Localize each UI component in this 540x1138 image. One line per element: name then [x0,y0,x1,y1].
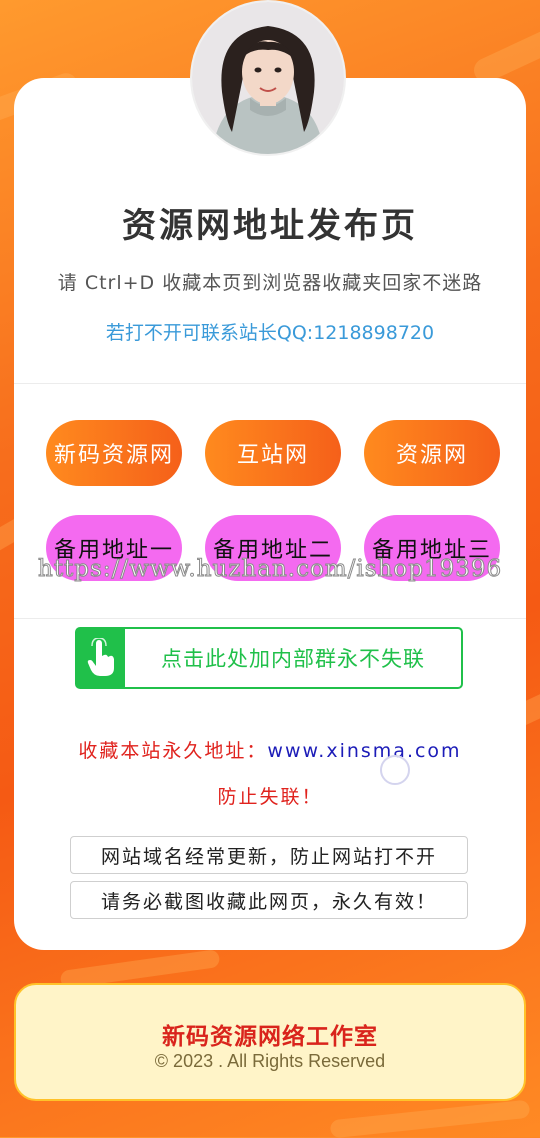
contact-qq: 若打不开可联系站长QQ:1218898720 [105,322,435,344]
divider [14,618,526,619]
loading-spinner-icon [380,755,410,785]
footer-copyright: © 2023 . All Rights Reserved [154,1051,386,1071]
notice-domain-update: 网站域名经常更新，防止网站打不开 [70,836,468,874]
divider [14,383,526,384]
avatar [192,2,344,154]
avatar-portrait-icon [192,2,344,154]
permanent-address: 收藏本站永久地址：www.xinsma.com [0,736,540,763]
page-title: 资源网地址发布页 [122,206,418,246]
footer-title: 新码资源网络工作室 [162,1024,378,1050]
link-button-huzhan[interactable]: 互站网 [205,420,341,486]
background-stripe [470,17,540,87]
link-button-ziyuan[interactable]: 资源网 [364,420,500,486]
footer: 新码资源网络工作室 © 2023 . All Rights Reserved [14,983,526,1101]
background-stripe [329,1099,531,1138]
address-label: 收藏本站永久地址： [78,740,268,762]
watermark: https://www.huzhan.com/ishop19396 [37,556,503,583]
address-url-link[interactable]: www.xinsma.com [267,740,461,762]
hand-pointer-icon [87,638,114,676]
join-group-button[interactable]: 点击此处加内部群永不失联 [75,627,463,689]
notice-screenshot: 请务必截图收藏此网页，永久有效！ [70,881,468,919]
bookmark-hint: 请 Ctrl+D 收藏本页到浏览器收藏夹回家不迷路 [57,272,483,294]
address-warning: 防止失联！ [217,786,323,808]
join-group-label: 点击此处加内部群永不失联 [161,647,425,671]
link-button-xinma[interactable]: 新码资源网 [46,420,182,486]
group-icon-box [77,629,125,687]
